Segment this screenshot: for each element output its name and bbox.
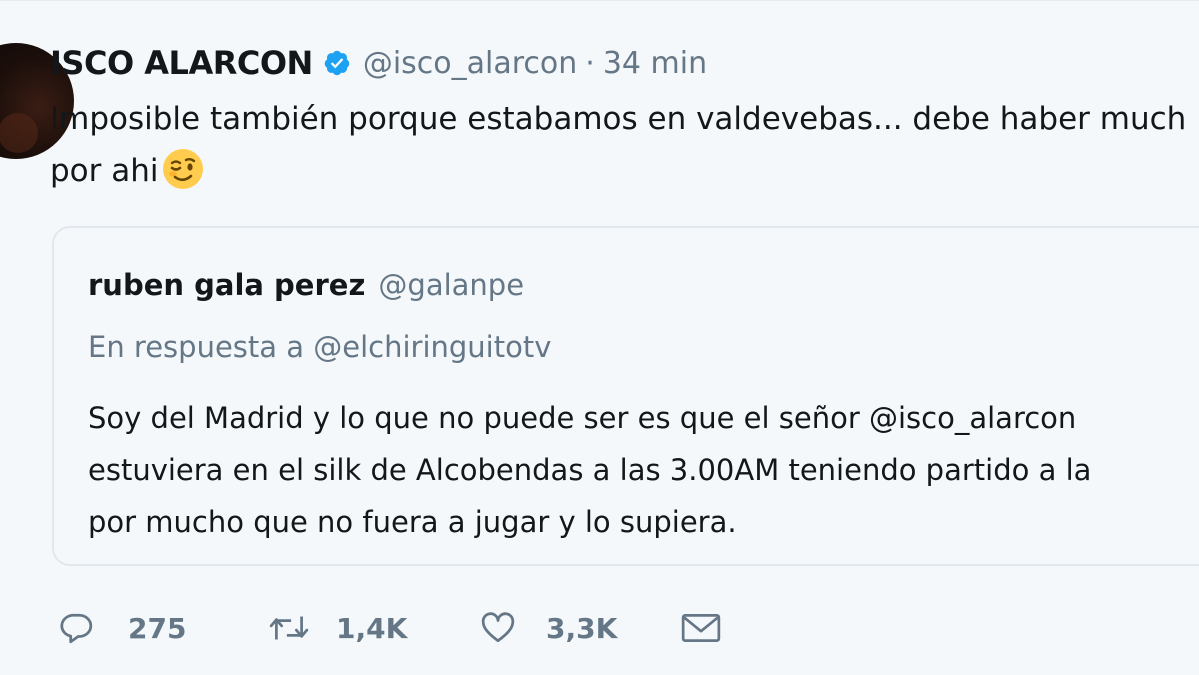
like-count: 3,3K xyxy=(546,611,618,645)
quoted-text-line: estuviera en el silk de Alcobendas a las… xyxy=(88,453,1092,487)
winking-face-emoji-icon xyxy=(161,147,205,191)
tweet-actions: 275 1,4K 3,3K xyxy=(58,604,722,652)
reply-count: 275 xyxy=(128,611,187,645)
envelope-icon[interactable] xyxy=(680,610,722,646)
quoted-tweet[interactable]: ruben gala perez @galanpe En respuesta a… xyxy=(52,226,1199,566)
quoted-author-handle: @galanpe xyxy=(378,268,525,302)
tweet-text-fragment: por ahi xyxy=(50,153,159,189)
direct-message-button[interactable] xyxy=(680,610,722,646)
reply-button[interactable]: 275 xyxy=(58,610,268,646)
quoted-tweet-text: Soy del Madrid y lo que no puede ser es … xyxy=(88,392,1091,548)
reply-bubble-icon[interactable] xyxy=(58,610,94,646)
header-separator: · xyxy=(585,45,595,81)
retweet-count: 1,4K xyxy=(336,611,408,645)
quoted-reply-context: En respuesta a @elchiringuitotv xyxy=(88,330,552,364)
quoted-text-line: Soy del Madrid y lo que no puede ser es … xyxy=(88,401,1077,435)
quoted-tweet-header: ruben gala perez @galanpe xyxy=(88,268,524,302)
retweet-button[interactable]: 1,4K xyxy=(268,610,480,646)
quoted-author-name: ruben gala perez xyxy=(88,268,366,302)
tweet-timestamp[interactable]: 34 min xyxy=(603,46,707,81)
retweet-icon[interactable] xyxy=(268,610,310,646)
tweet-text-line: Imposible también porque estabamos en va… xyxy=(50,101,1187,137)
like-button[interactable]: 3,3K xyxy=(480,610,680,646)
tweet-header: ISCO ALARCON @isco_alarcon · 34 min xyxy=(50,41,707,85)
quoted-text-line: por mucho que no fuera a jugar y lo supi… xyxy=(88,505,737,539)
tweet-text-line: por ahi xyxy=(50,145,1199,197)
tweet-text: Imposible también porque estabamos en va… xyxy=(50,93,1199,197)
author-handle[interactable]: @isco_alarcon xyxy=(363,46,577,81)
author-name[interactable]: ISCO ALARCON xyxy=(50,44,313,82)
verified-badge-icon xyxy=(323,49,351,77)
heart-icon[interactable] xyxy=(480,610,516,646)
tweet-card[interactable]: ISCO ALARCON @isco_alarcon · 34 min Impo… xyxy=(0,0,1199,675)
